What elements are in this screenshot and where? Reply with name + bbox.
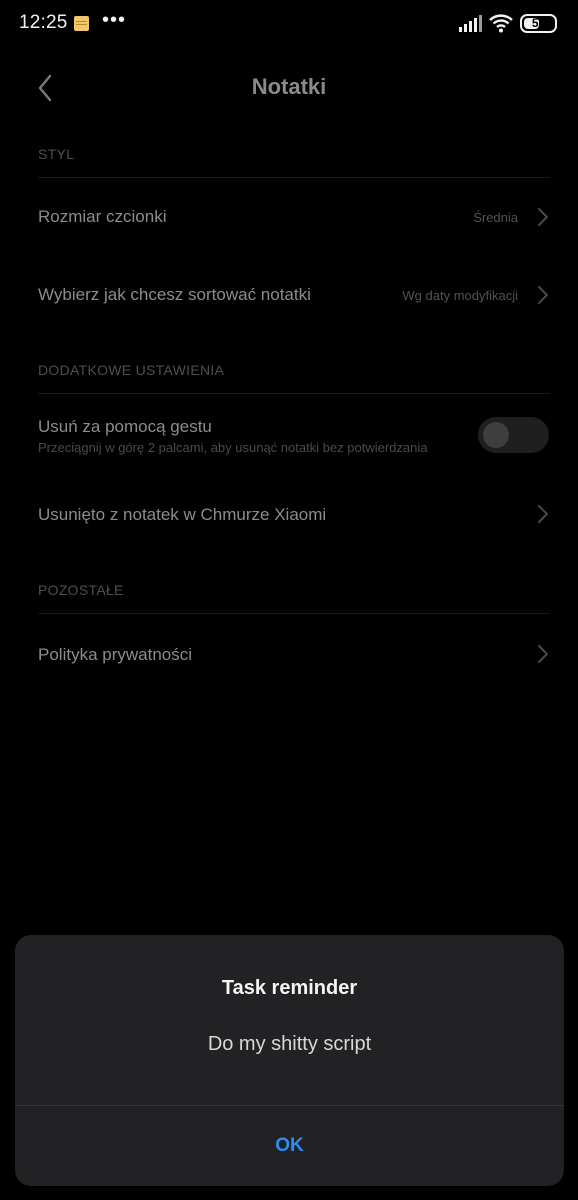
section-header-other: POZOSTAŁE xyxy=(38,582,124,598)
privacy-policy-setting[interactable]: Polityka prywatności xyxy=(0,614,578,694)
toggle-knob xyxy=(483,422,509,448)
note-icon xyxy=(74,16,89,31)
section-header-additional: DODATKOWE USTAWIENIA xyxy=(38,362,225,378)
cloud-deleted-label: Usunięto z notatek w Chmurze Xiaomi xyxy=(38,505,327,524)
privacy-policy-label: Polityka prywatności xyxy=(38,645,193,664)
cloud-deleted-setting[interactable]: Usunięto z notatek w Chmurze Xiaomi xyxy=(0,476,578,554)
font-size-value: Średnia xyxy=(473,210,518,225)
section-header-style: STYL xyxy=(38,146,75,162)
signal-icon xyxy=(459,15,482,32)
sort-notes-label: Wybierz jak chcesz sortować notatki xyxy=(38,285,311,304)
chevron-right-icon xyxy=(538,286,548,304)
status-bar: 12:25 ••• 53 xyxy=(0,0,578,48)
page-title: Notatki xyxy=(251,74,327,99)
gesture-delete-label: Usuń za pomocą gestu xyxy=(38,417,212,436)
chevron-right-icon xyxy=(538,208,548,226)
dialog-message: Do my shitty script xyxy=(207,1033,372,1055)
battery-level: 53 xyxy=(531,16,546,30)
task-reminder-dialog: Task reminder Do my shitty script OK xyxy=(15,935,564,1186)
dialog-title: Task reminder xyxy=(221,977,358,999)
font-size-setting[interactable]: Rozmiar czcionki Średnia xyxy=(0,178,578,256)
font-size-label: Rozmiar czcionki xyxy=(38,207,167,226)
sort-notes-setting[interactable]: Wybierz jak chcesz sortować notatki Wg d… xyxy=(0,256,578,334)
more-icon: ••• xyxy=(102,9,127,31)
gesture-delete-toggle[interactable] xyxy=(478,417,549,453)
chevron-right-icon xyxy=(538,505,548,523)
status-time: 12:25 xyxy=(19,12,68,33)
gesture-delete-description: Przeciągnij w górę 2 palcami, aby usunąć… xyxy=(38,440,428,455)
battery-icon: 53 xyxy=(520,14,557,33)
sort-notes-value: Wg daty modyfikacji xyxy=(402,288,518,303)
ok-button[interactable]: OK xyxy=(15,1106,564,1186)
wifi-icon xyxy=(489,14,513,33)
chevron-right-icon xyxy=(538,645,548,663)
